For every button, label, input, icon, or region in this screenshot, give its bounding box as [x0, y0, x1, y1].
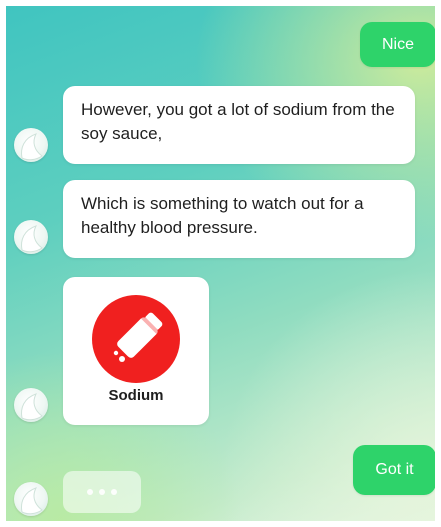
- card-label: Sodium: [108, 387, 164, 404]
- user-message-text: Nice: [381, 35, 414, 53]
- typing-dot: [99, 489, 105, 495]
- user-message-got-it: Got it: [353, 445, 436, 495]
- leaf-icon: [21, 393, 43, 421]
- salt-shaker-icon: [92, 295, 180, 383]
- bot-message: Which is something to watch out for a he…: [63, 180, 415, 258]
- typing-dot: [111, 489, 117, 495]
- leaf-icon: [21, 225, 43, 253]
- user-message-nice: Nice: [360, 22, 436, 67]
- bot-avatar: [14, 220, 48, 254]
- typing-indicator: [63, 471, 141, 513]
- bot-avatar: [14, 482, 48, 516]
- bot-message-text: Which is something to watch out for a he…: [81, 194, 364, 237]
- user-message-text: Got it: [375, 461, 414, 478]
- bot-avatar: [14, 388, 48, 422]
- typing-dot: [87, 489, 93, 495]
- leaf-icon: [21, 133, 43, 161]
- leaf-icon: [21, 487, 43, 515]
- bot-message: However, you got a lot of sodium from th…: [63, 86, 415, 164]
- bot-avatar: [14, 128, 48, 162]
- bot-message-text: However, you got a lot of sodium from th…: [81, 100, 395, 143]
- sodium-card[interactable]: Sodium: [63, 277, 209, 425]
